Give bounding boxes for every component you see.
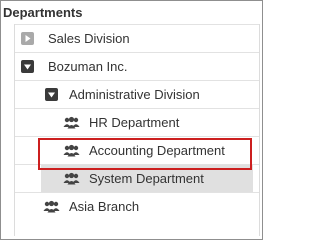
panel-title: Departments: [3, 5, 83, 20]
tree-item-label: Accounting Department: [89, 143, 225, 158]
tree-item-sales-division[interactable]: Sales Division: [15, 24, 259, 52]
group-icon: [43, 200, 60, 213]
group-icon: [63, 116, 80, 129]
tree-item-system-department[interactable]: System Department: [15, 164, 259, 192]
tree-item-label: System Department: [89, 171, 204, 186]
tree-item-label: Sales Division: [48, 31, 130, 46]
departments-panel: Departments Sales Division Bozuman Inc. …: [0, 0, 263, 240]
tree-item-asia-branch[interactable]: Asia Branch: [15, 192, 259, 220]
collapse-icon[interactable]: [21, 60, 34, 73]
tree-item-bozuman-inc[interactable]: Bozuman Inc.: [15, 52, 259, 80]
tree-item-administrative-division[interactable]: Administrative Division: [15, 80, 259, 108]
tree-item-label: Bozuman Inc.: [48, 59, 128, 74]
group-icon: [63, 144, 80, 157]
tree-item-label: HR Department: [89, 115, 180, 130]
collapse-icon[interactable]: [45, 88, 58, 101]
expand-icon[interactable]: [21, 32, 34, 45]
tree-item-label: Asia Branch: [69, 199, 140, 214]
department-tree: Sales Division Bozuman Inc. Administrati…: [14, 24, 260, 236]
tree-item-hr-department[interactable]: HR Department: [15, 108, 259, 136]
tree-item-accounting-department[interactable]: Accounting Department: [15, 136, 259, 164]
group-icon: [63, 172, 80, 185]
tree-item-label: Administrative Division: [69, 87, 200, 102]
